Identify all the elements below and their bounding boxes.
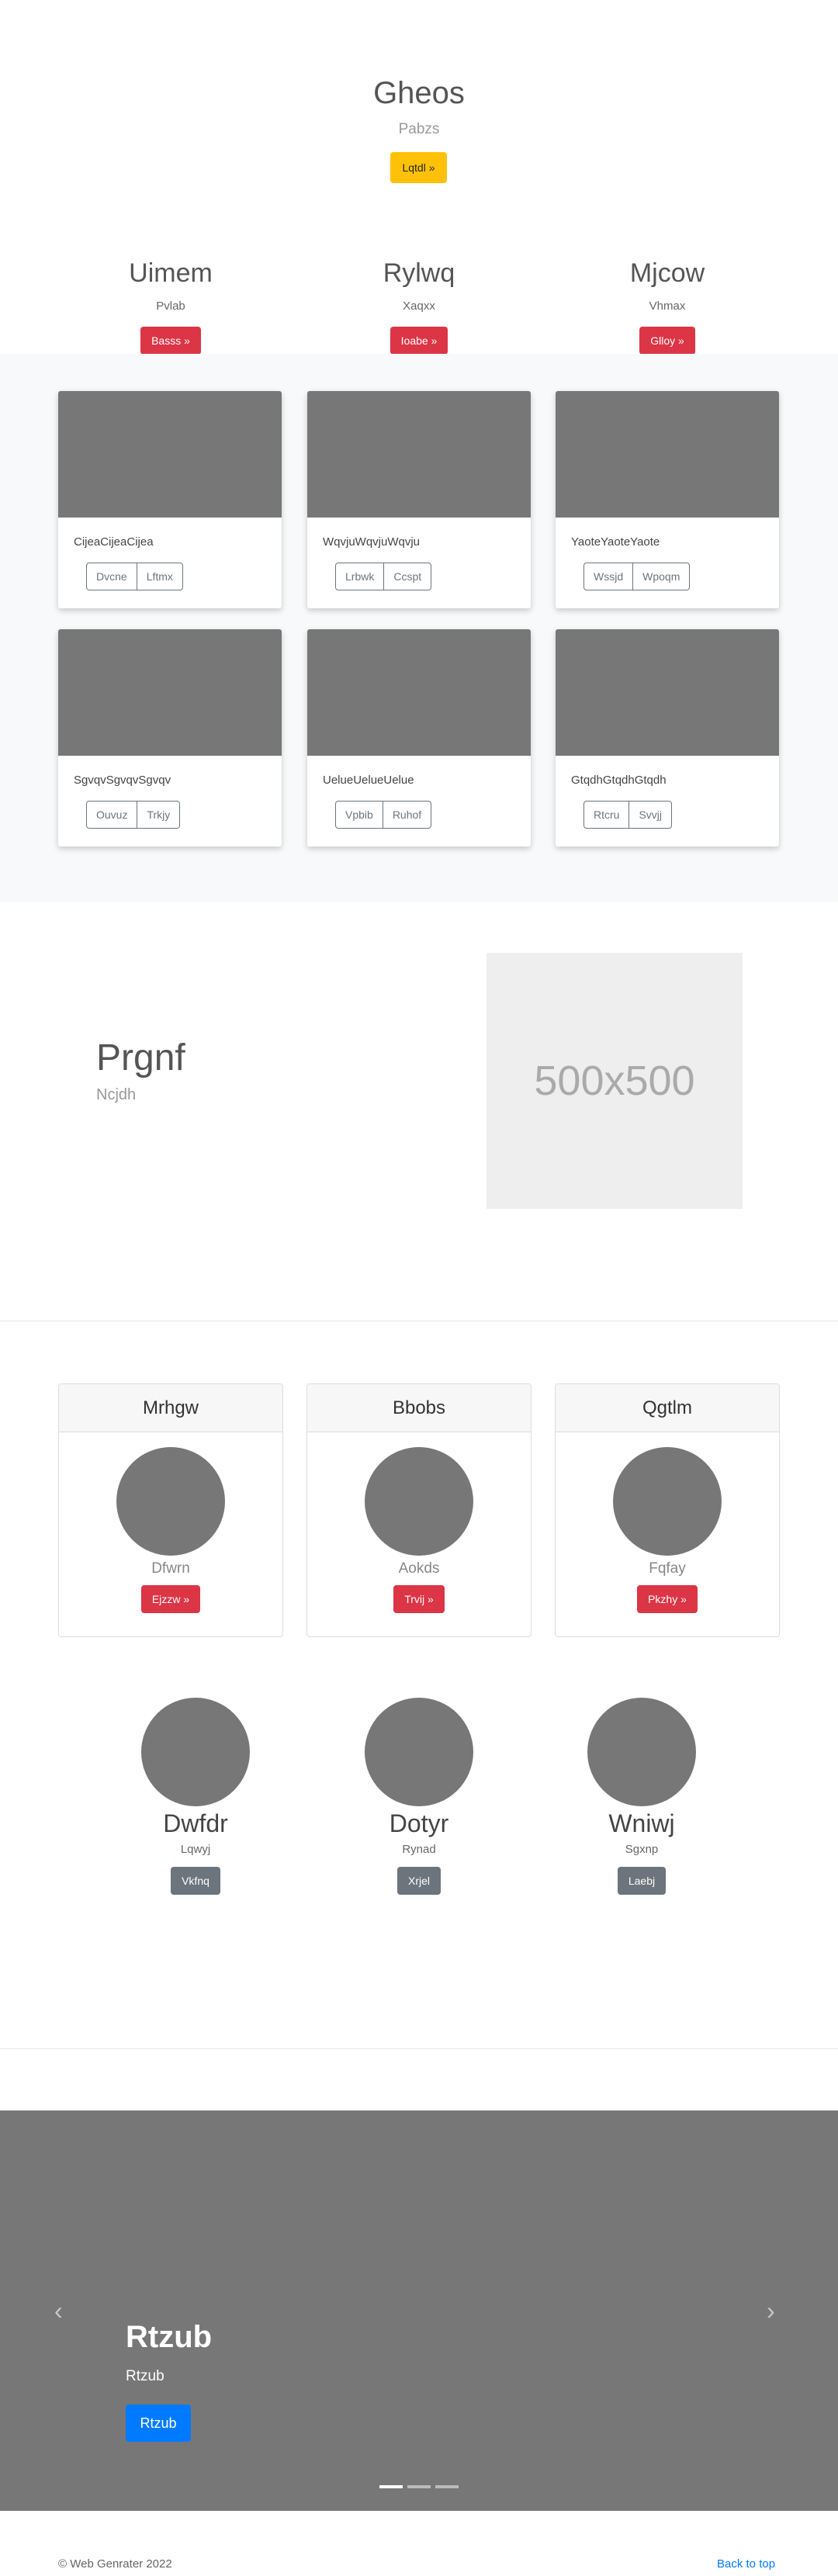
card-button-group: Wssjd Wpoqm <box>583 563 691 590</box>
column-2: Rylwq Xaqxx Ioabe » <box>303 256 535 355</box>
album-card: SgvqvSgvqvSgvqv Ouvuz Trkjy <box>58 629 282 847</box>
member-button[interactable]: Xrjel <box>396 1867 441 1895</box>
back-to-top-link[interactable]: Back to top <box>717 2557 775 2571</box>
pricing-card-button[interactable]: Trvij » <box>393 1585 445 1613</box>
card-image <box>307 629 531 756</box>
hero-title: Gheos <box>373 76 465 110</box>
avatar <box>365 1698 473 1806</box>
column-text: Pvlab <box>156 299 185 313</box>
card-button-group: Dvcne Lftmx <box>86 563 183 590</box>
column-text: Vhmax <box>649 299 686 313</box>
chevron-left-icon[interactable]: ‹ <box>54 2297 63 2325</box>
team-member: Dotyr Rynad Xrjel <box>341 1698 497 1895</box>
album-section: CijeaCijeaCijea Dvcne Lftmx WqvjuWqvjuWq… <box>0 354 838 902</box>
feature-heading: Prgnf <box>96 1037 185 1079</box>
hero-subtitle: Pabzs <box>398 121 440 137</box>
pricing-card-button[interactable]: Ejzzw » <box>140 1585 201 1613</box>
card-button-2[interactable]: Lftmx <box>137 563 183 590</box>
column-button[interactable]: Ioabe » <box>390 327 448 355</box>
pricing-card-header: Mrhgw <box>59 1384 282 1432</box>
card-button-2[interactable]: Ccspt <box>384 563 432 590</box>
carousel-indicator-1[interactable] <box>379 2485 403 2488</box>
card-text: UelueUelueUelue <box>323 774 414 787</box>
avatar <box>116 1447 225 1556</box>
card-button-1[interactable]: Vpbib <box>335 801 383 829</box>
card-text: GtqdhGtqdhGtqdh <box>571 774 667 787</box>
carousel-caption-subtitle: Rtzub <box>126 2368 164 2384</box>
pricing-card-header: Bbobs <box>307 1384 531 1432</box>
card-button-1[interactable]: Ouvuz <box>86 801 138 829</box>
card-button-1[interactable]: Wssjd <box>583 563 634 590</box>
pricing-card: Bbobs Aokds Trvij » <box>306 1383 532 1637</box>
card-button-2[interactable]: Trkjy <box>137 801 181 829</box>
album-card: WqvjuWqvjuWqvju Lrbwk Ccspt <box>307 391 531 608</box>
card-image <box>556 391 779 518</box>
member-role: Lqwyj <box>180 1843 211 1856</box>
column-3: Mjcow Vhmax Glloy » <box>551 256 784 355</box>
carousel-button[interactable]: Rtzub <box>126 2405 191 2442</box>
avatar <box>587 1698 696 1806</box>
card-image <box>58 391 282 518</box>
member-role: Sgxnp <box>625 1843 659 1856</box>
card-button-1[interactable]: Lrbwk <box>335 563 385 590</box>
carousel-caption-title: Rtzub <box>126 2320 213 2354</box>
member-name: Dwfdr <box>163 1809 228 1837</box>
member-name: Wniwj <box>608 1809 675 1837</box>
card-button-group: Ouvuz Trkjy <box>86 801 181 829</box>
album-card: YaoteYaoteYaote Wssjd Wpoqm <box>556 391 779 608</box>
pricing-card-text: Aokds <box>398 1560 440 1577</box>
avatar <box>613 1447 722 1556</box>
card-image <box>58 629 282 756</box>
column-heading: Uimem <box>129 258 213 288</box>
member-button[interactable]: Laebj <box>617 1867 667 1895</box>
card-text: SgvqvSgvqvSgvqv <box>74 774 171 787</box>
avatar <box>365 1447 473 1556</box>
column-1: Uimem Pvlab Basss » <box>54 256 287 355</box>
pricing-card-text: Dfwrn <box>151 1560 190 1577</box>
card-button-2[interactable]: Svvjj <box>629 801 673 829</box>
card-button-1[interactable]: Rtcru <box>583 801 630 829</box>
pricing-card: Mrhgw Dfwrn Ejzzw » <box>58 1383 283 1637</box>
pricing-card-text: Fqfay <box>649 1560 686 1577</box>
card-button-group: Vpbib Ruhof <box>335 801 432 829</box>
team-member: Wniwj Sgxnp Laebj <box>564 1698 719 1895</box>
pricing-card: Qgtlm Fqfay Pkzhy » <box>555 1383 780 1637</box>
column-button[interactable]: Glloy » <box>639 327 695 355</box>
pricing-card-header: Qgtlm <box>556 1384 779 1432</box>
carousel-indicator-2[interactable] <box>407 2485 431 2488</box>
pricing-card-button[interactable]: Pkzhy » <box>637 1585 698 1613</box>
chevron-right-icon[interactable]: › <box>767 2297 775 2325</box>
album-card: CijeaCijeaCijea Dvcne Lftmx <box>58 391 282 608</box>
album-card: GtqdhGtqdhGtqdh Rtcru Svvjj <box>556 629 779 847</box>
footer-copyright: © Web Genrater 2022 <box>58 2557 172 2571</box>
column-text: Xaqxx <box>403 299 435 313</box>
column-heading: Mjcow <box>629 258 705 288</box>
card-text: WqvjuWqvjuWqvju <box>323 535 421 549</box>
hero-section: Gheos Pabzs Lqtdl » <box>0 0 838 233</box>
card-image <box>556 629 779 756</box>
card-text: CijeaCijeaCijea <box>74 535 154 549</box>
feature-image-placeholder: 500x500 <box>487 953 743 1209</box>
card-button-group: Rtcru Svvjj <box>583 801 673 829</box>
divider <box>0 2048 838 2049</box>
feature-subheading: Ncjdh <box>96 1086 137 1103</box>
album-card: UelueUelueUelue Vpbib Ruhof <box>307 629 531 847</box>
member-name: Dotyr <box>389 1809 449 1837</box>
team-member: Dwfdr Lqwyj Vkfnq <box>118 1698 273 1895</box>
card-button-2[interactable]: Wpoqm <box>633 563 691 590</box>
card-image <box>307 391 531 518</box>
hero-button[interactable]: Lqtdl » <box>390 152 447 183</box>
card-button-2[interactable]: Ruhof <box>383 801 432 829</box>
card-button-1[interactable]: Dvcne <box>86 563 137 590</box>
avatar <box>141 1698 250 1806</box>
card-button-group: Lrbwk Ccspt <box>335 563 432 590</box>
column-button[interactable]: Basss » <box>140 327 201 355</box>
card-text: YaoteYaoteYaote <box>571 535 660 549</box>
member-button[interactable]: Vkfnq <box>171 1867 220 1895</box>
column-heading: Rylwq <box>383 258 455 288</box>
carousel: ‹ › Rtzub Rtzub Rtzub <box>0 2110 838 2511</box>
carousel-indicator-3[interactable] <box>435 2485 459 2488</box>
member-role: Rynad <box>402 1843 436 1856</box>
